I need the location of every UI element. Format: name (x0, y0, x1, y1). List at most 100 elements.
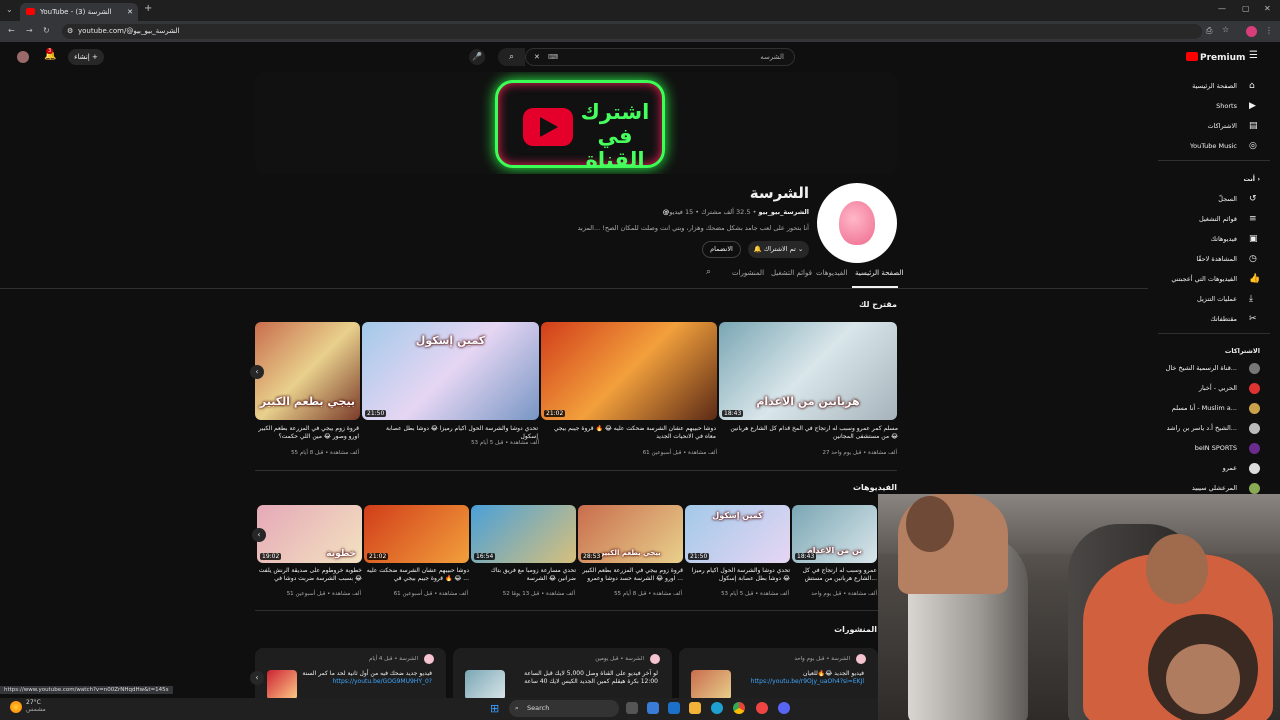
url-field[interactable]: ⚙ youtube.com/@الشرسة_بيو_بيو (62, 24, 1202, 39)
join-button[interactable]: الانضمام (702, 241, 741, 258)
windows-start-icon[interactable]: ⊞ (490, 702, 499, 715)
chrome-icon[interactable] (733, 702, 745, 714)
minimize-icon[interactable]: — (1218, 4, 1226, 13)
video-thumbnail[interactable]: 16:54 (471, 505, 576, 563)
video-title[interactable]: تحدي مسارعة زومبا مع فريق بتاك ضرانين 😂 … (472, 567, 576, 583)
channel-description[interactable]: أنا بتحور على لعب جامد بشكل مضحك وهزار، … (578, 224, 809, 232)
youtube-premium-logo[interactable]: Premium (1186, 52, 1245, 63)
site-info-icon[interactable]: ⚙ (67, 24, 73, 39)
tab-videos[interactable]: الفيديوهات (816, 269, 847, 277)
video-thumbnail[interactable]: بيجي بطعم الكبير (255, 322, 360, 420)
sidebar-sub-item[interactable]: الشيخ أ.د ياسر بن راشد... (1127, 419, 1237, 437)
video-thumbnail[interactable]: كمين إسكول 21:50 (362, 322, 539, 420)
sidebar-item-clips[interactable]: مقتطفاتك (1127, 310, 1237, 328)
sidebar-sub-item[interactable]: beIN SPORTS (1127, 439, 1237, 457)
channel-avatar[interactable] (817, 183, 897, 263)
video-thumbnail[interactable]: ين من الاعدام 18:43 (792, 505, 877, 563)
weather-icon[interactable] (10, 701, 22, 713)
channel-search-icon[interactable]: ⌕ (706, 267, 711, 277)
post-avatar (424, 654, 434, 664)
forward-icon[interactable]: → (26, 26, 33, 35)
carousel-prev-button[interactable]: ‹ (250, 671, 264, 685)
your-videos-icon: ▣ (1249, 234, 1258, 244)
taskbar-search[interactable]: ⌕ Search (509, 700, 619, 717)
weather-widget[interactable]: 27°C مشمس (26, 699, 46, 713)
post-image[interactable] (691, 670, 731, 700)
carousel-prev-button[interactable]: ‹ (250, 365, 264, 379)
carousel-prev-button[interactable]: ‹ (252, 528, 266, 542)
account-avatar[interactable] (17, 51, 29, 63)
sidebar-sub-item[interactable]: قناة الرسمية الشيخ خال... (1127, 359, 1237, 377)
sidebar-item-subscriptions[interactable]: الاشتراكات (1127, 117, 1237, 135)
profile-avatar[interactable] (1246, 26, 1257, 37)
browser-menu-icon[interactable]: ⋮ (1265, 26, 1273, 35)
sidebar-item-shorts[interactable]: Shorts (1127, 97, 1237, 115)
clear-search-icon[interactable]: ✕ (534, 49, 540, 65)
install-app-icon[interactable]: ⎙ (1206, 26, 1212, 36)
new-tab-icon[interactable]: + (144, 3, 152, 14)
video-thumbnail[interactable]: 21:02 (541, 322, 717, 420)
edge-icon[interactable] (711, 702, 723, 714)
video-title[interactable]: مسلم كمر عمرو وسبب له ارتجاج في المخ قدا… (728, 425, 898, 441)
tab-menu-icon[interactable]: ⌄ (6, 5, 13, 14)
voice-search-icon[interactable]: 🎤 (469, 49, 485, 65)
subscribed-button[interactable]: 🔔 تم الاشتراك ⌄ (748, 241, 809, 258)
post-link[interactable]: https://youtu.be/GOG9MU9HY_0? (332, 678, 432, 685)
video-thumbnail[interactable]: خطوبة 19:02 (257, 505, 362, 563)
reload-icon[interactable]: ↻ (43, 26, 50, 35)
sidebar-item-playlists[interactable]: قوائم التشغيل (1127, 210, 1237, 228)
channel-avatar (1249, 463, 1260, 474)
video-thumbnail[interactable]: هربانين من الاعدام 18:43 (719, 322, 897, 420)
video-title[interactable]: تحدي دوشا والشرسة الحول اكيام رميزا 😂 دو… (372, 425, 538, 441)
channel-avatar (1249, 423, 1260, 434)
close-tab-icon[interactable]: ✕ (127, 3, 133, 21)
video-meta: 27 ألف مشاهدة • قبل يوم واحد (822, 450, 897, 456)
post-meta: الشرسة • قبل يومين (595, 656, 644, 662)
banner-text: اشترك في القناة (580, 100, 650, 172)
sidebar-item-music[interactable]: YouTube Music (1127, 137, 1237, 155)
sidebar-sub-item[interactable]: الحربي - أخبار (1127, 379, 1237, 397)
file-explorer-icon[interactable] (689, 702, 701, 714)
maximize-icon[interactable]: ▢ (1242, 4, 1250, 13)
create-button[interactable]: إنشاء + (68, 49, 104, 65)
sidebar-item-your-videos[interactable]: فيديوهاتك (1127, 230, 1237, 248)
video-thumbnail[interactable]: بيجي بطعم الكبير 28:53 (578, 505, 683, 563)
video-duration: 21:02 (544, 410, 566, 417)
sidebar-sub-item[interactable]: أنا مسلم - Muslim a... (1127, 399, 1237, 417)
outlook-icon[interactable] (668, 702, 680, 714)
sidebar-you-header[interactable]: أنت › (1150, 170, 1260, 188)
sidebar-item-watch-later[interactable]: المشاهدة لاحقًا (1127, 250, 1237, 268)
sidebar-item-liked[interactable]: الفيديوهات التي أعجبتني (1127, 270, 1237, 288)
video-title[interactable]: قروة زوم بيجي في المزرعة بطعم الكبير اور… (579, 567, 683, 583)
video-title[interactable]: عمرو وسبب له ارتجاج في كل الشارع هربانين… (800, 567, 877, 583)
back-icon[interactable]: ← (8, 26, 15, 35)
video-title[interactable]: تحدي دوشا والشرسة الحول اكيام رميزا 😂 دو… (686, 567, 790, 583)
post-image[interactable] (465, 670, 505, 700)
video-title[interactable]: دوشا حبيبهم عشان الشرسة ضحكت عليه 😂 🔥 قر… (365, 567, 469, 583)
browser-tab[interactable]: YouTube - (3) الشرسة ✕ (20, 3, 138, 21)
app-icon[interactable] (756, 702, 768, 714)
sidebar-sub-item[interactable]: عمرو (1127, 459, 1237, 477)
video-title[interactable]: قروة زوم بيجي في المزرعة بطعم الكبير اور… (255, 425, 359, 441)
bookmark-star-icon[interactable]: ☆ (1222, 25, 1229, 34)
sidebar-item-downloads[interactable]: عمليات التنزيل (1127, 290, 1237, 308)
sidebar-item-history[interactable]: السجلّ (1127, 190, 1237, 208)
hamburger-menu-icon[interactable]: ☰ (1249, 50, 1258, 61)
post-image[interactable] (267, 670, 297, 700)
copilot-icon[interactable] (647, 702, 659, 714)
tab-playlists[interactable]: قوائم التشغيل (771, 269, 812, 277)
close-window-icon[interactable]: ✕ (1264, 4, 1271, 13)
post-link[interactable]: https://youtu.be/r9Ojy_uaOh4?si=EKJl (751, 678, 864, 685)
tab-posts[interactable]: المنشورات (732, 269, 764, 277)
task-view-icon[interactable] (626, 702, 638, 714)
video-title[interactable]: دوشا حبيبهم عشان الشرسة ضحكت عليه 😂 🔥 قر… (552, 425, 716, 441)
keyboard-icon[interactable]: ⌨ (548, 49, 558, 65)
tab-home[interactable]: الصفحة الرئيسية (855, 269, 903, 277)
sidebar-item-home[interactable]: الصفحة الرئيسية (1127, 77, 1237, 95)
discord-icon[interactable] (778, 702, 790, 714)
video-thumbnail[interactable]: 21:02 (364, 505, 469, 563)
video-thumbnail[interactable]: كمين إسكول 21:50 (685, 505, 790, 563)
search-icon[interactable]: ⌕ (498, 48, 525, 66)
video-title[interactable]: خطوبة خروطوم على صديقة الرنش يلفت 😂 بسبب… (258, 567, 362, 583)
search-input[interactable]: ✕ ⌨ الشرسه (525, 48, 795, 66)
